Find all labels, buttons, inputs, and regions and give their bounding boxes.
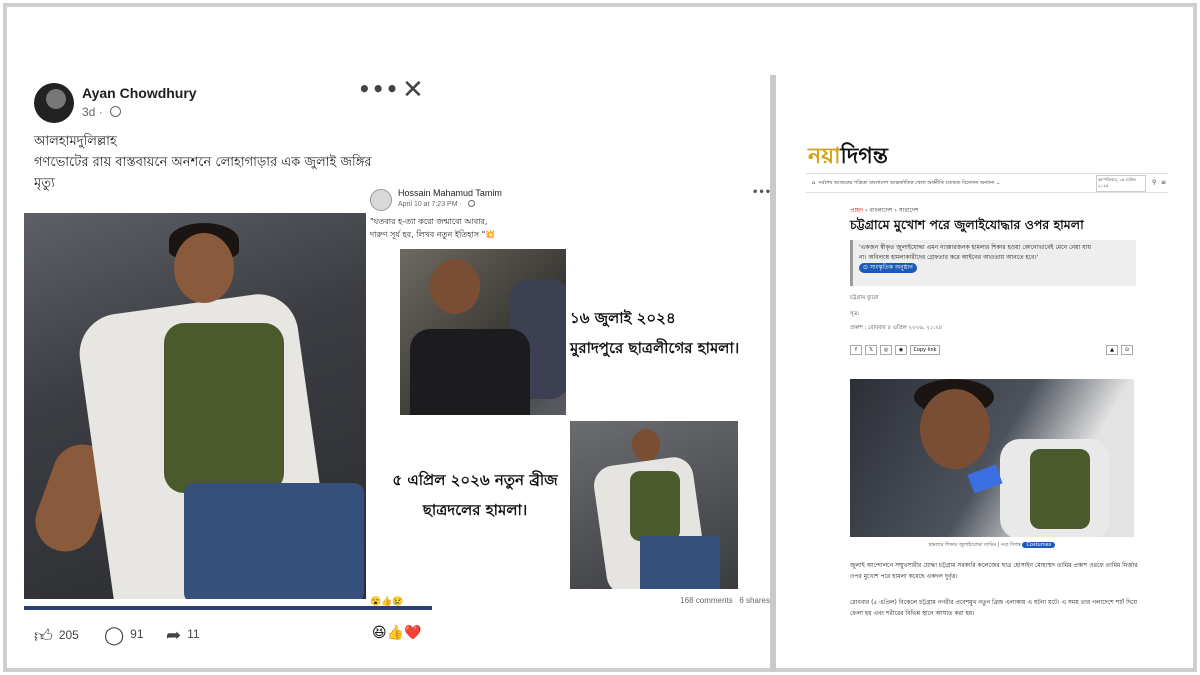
post-time: 3d · <box>82 105 122 119</box>
thumbs-up-icon: 👍︎ <box>34 626 53 646</box>
close-icon[interactable]: ✕ <box>402 75 424 105</box>
photo-progress-bar <box>24 606 432 610</box>
font-size-icon[interactable]: ▲ <box>1106 345 1118 355</box>
article-photo[interactable] <box>850 379 1134 537</box>
breadcrumb-section[interactable]: বাংলাদেশ <box>870 207 893 214</box>
share-button[interactable]: ➦ 11 <box>166 625 200 646</box>
menu-icon[interactable]: ≡ <box>1161 179 1166 186</box>
globe-icon <box>110 106 122 117</box>
date-box: বৃহস্পতিবার, ১৬ এপ্রিল ২০২৬ <box>1096 175 1146 192</box>
caption-line: ছাত্রদলের হামলা। <box>422 501 528 519</box>
photo-caption: হামলার শিকার জুলাইযোদ্ধা তামিম | নয়া দি… <box>850 542 1134 550</box>
avatar[interactable] <box>34 83 74 123</box>
post-text-line: গণভোটের রায় বাস্তবায়নে অনশনে লোহাগাড়া… <box>34 155 372 170</box>
share-icon: ➦ <box>166 625 182 645</box>
print-icon[interactable]: ⊙ <box>1121 345 1133 355</box>
photo-tag[interactable]: Costumes <box>1022 542 1056 548</box>
article-headline: চট্টগ্রামে মুখোশ পরে জুলাইযোদ্ধার ওপর হা… <box>850 217 1084 232</box>
search-icon[interactable]: ⚲ <box>1152 179 1156 186</box>
newspaper-logo[interactable]: নয়াদিগন্ত <box>808 139 888 176</box>
caption-2026: ৫ এপ্রিল ২০২৬ নতুন ব্রীজ ছাত্রদলের হামলা… <box>380 465 570 525</box>
shared-post[interactable]: Hossain Mahamud Tamim April 10 at 7:23 P… <box>366 185 771 606</box>
shared-photo-attack-2024[interactable] <box>400 249 566 415</box>
post-photo[interactable] <box>24 213 366 599</box>
article-paragraph: রোববার (৫ এপ্রিল) বিকেলে চট্টগ্রাম নগরীর… <box>850 599 1137 617</box>
comment-icon: ◯ <box>104 625 125 645</box>
post-text-line: আলহামদুলিল্লাহ <box>34 134 117 149</box>
newspaper-article: নয়াদিগন্ত ⌂ সর্বশেষ আজকের পত্রিকা বাংলা… <box>806 137 1168 637</box>
caption-2024: ১৬ জুলাই ২০২৪ মুরাদপুরে ছাত্রলীগের হামলা… <box>570 303 766 363</box>
source-label: সূত্র: <box>850 311 860 317</box>
copy-link-button[interactable]: Copy link <box>910 345 940 355</box>
article-paragraph: জুলাই আন্দোলনে সম্মুখসারীর যোদ্ধা চট্টগ্… <box>850 562 1138 580</box>
shared-post-time: April 10 at 7:23 PM · <box>398 200 475 208</box>
facebook-icon[interactable]: f <box>850 345 862 355</box>
more-options-icon[interactable]: ••• <box>752 187 771 198</box>
shared-post-author[interactable]: Hossain Mahamud Tamim <box>398 188 502 198</box>
article-quote: 'একজন স্বীকৃত জুলাইযোদ্ধা এমন ন্যাক্কারজ… <box>850 240 1136 286</box>
facebook-post: Ayan Chowdhury 3d · ••• ✕ আলহামদুলিল্লাহ… <box>24 75 771 671</box>
breadcrumb-sub[interactable]: সারাদেশ <box>899 207 919 214</box>
shares-count[interactable]: 6 shares <box>739 596 770 605</box>
caption-line: ১৬ জুলাই ২০২৪ <box>570 309 676 327</box>
comment-button[interactable]: ◯ 91 <box>104 625 144 646</box>
caption-line: মুরাদপুরে ছাত্রলীগের হামলা। <box>570 339 740 357</box>
shared-photo-attack-2026[interactable] <box>570 421 738 589</box>
breadcrumb-home[interactable]: প্রচ্ছদ <box>850 207 863 214</box>
post-author[interactable]: Ayan Chowdhury <box>82 85 197 101</box>
nav-items[interactable]: ⌂ সর্বশেষ আজকের পত্রিকা বাংলাদেশ আন্তর্জ… <box>812 180 1000 188</box>
shared-text-line: "যতবার হ-ত্যা করো জন্মাবো আবার, <box>370 217 488 226</box>
more-options-icon[interactable]: ••• <box>358 77 399 101</box>
shared-text-line: দারুণ সূর্য হব, লিখব নতুন ইতিহাস "💥 <box>370 230 496 239</box>
published-date: প্রকাশ : রোববার ৫ এপ্রিল ২০২৬, ২১:২৮ <box>850 325 943 331</box>
breadcrumb: প্রচ্ছদ › বাংলাদেশ › সারাদেশ <box>850 207 919 214</box>
shared-post-text: "যতবার হ-ত্যা করো জন্মাবো আবার, দারুণ সূ… <box>370 215 670 241</box>
reaction-icons[interactable]: 😆👍❤️ <box>372 625 421 641</box>
panel-divider <box>770 75 776 671</box>
avatar[interactable] <box>370 189 392 211</box>
share-bar: f 𝕏 ◎ ◉ Copy link ▲ ⊙ <box>850 345 1136 363</box>
globe-icon <box>467 200 475 207</box>
whatsapp-icon[interactable]: ◎ <box>880 345 892 355</box>
newspaper-nav: ⌂ সর্বশেষ আজকের পত্রিকা বাংলাদেশ আন্তর্জ… <box>806 173 1168 193</box>
like-button[interactable]: 👍︎ 205 <box>34 625 79 647</box>
x-icon[interactable]: 𝕏 <box>865 345 877 355</box>
messenger-icon[interactable]: ◉ <box>895 345 907 355</box>
caption-line: ৫ এপ্রিল ২০২৬ নতুন ব্রীজ <box>392 471 558 489</box>
comments-count[interactable]: 168 comments <box>680 596 732 605</box>
reporter: চট্টগ্রাম ব্যুরো <box>850 295 879 301</box>
topic-tag[interactable]: ⊙ সাংস্কৃতিক অনুষ্ঠান <box>859 263 917 273</box>
